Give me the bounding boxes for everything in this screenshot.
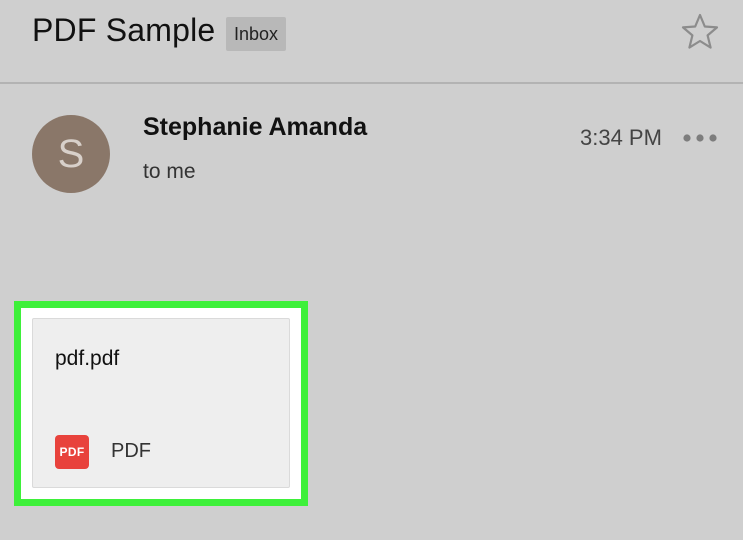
more-options-icon[interactable]	[682, 128, 718, 148]
sender-name[interactable]: Stephanie Amanda	[143, 113, 367, 142]
email-subject: PDF Sample	[32, 12, 216, 48]
sender-avatar[interactable]: S	[32, 115, 110, 193]
recipient-line[interactable]: to me	[143, 160, 196, 184]
email-header: PDF Sample Inbox	[0, 0, 743, 84]
pdf-file-icon: PDF	[55, 435, 89, 469]
star-icon[interactable]	[680, 12, 720, 52]
pdf-attachment-card[interactable]: pdf.pdf PDF PDF	[32, 318, 290, 488]
attachment-type-label: PDF	[111, 440, 151, 462]
attachment-filename: pdf.pdf	[55, 347, 120, 370]
message-time: 3:34 PM	[580, 125, 662, 150]
inbox-label-chip[interactable]: Inbox	[226, 17, 287, 51]
